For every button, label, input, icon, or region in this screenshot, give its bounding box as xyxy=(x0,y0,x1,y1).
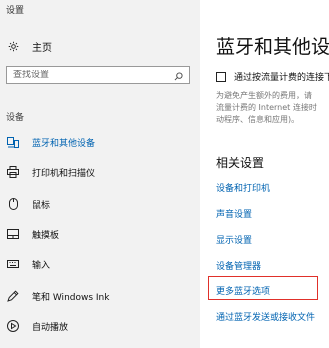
metered-download-option[interactable]: 通过按流量计费的连接下载 xyxy=(216,70,329,83)
mouse-icon xyxy=(6,197,20,211)
sidebar-item-mouse[interactable]: 鼠标 xyxy=(6,196,50,212)
main-content: 蓝牙和其他设备 通过按流量计费的连接下载 为避免产生额外的费用，请 流量计费的 … xyxy=(200,0,329,348)
home-label: 主页 xyxy=(32,42,52,54)
sidebar-item-label: 打印机和扫描仪 xyxy=(32,168,96,179)
sidebar-item-label: 自动播放 xyxy=(32,322,69,333)
sidebar-item-label: 笔和 Windows Ink xyxy=(32,292,110,303)
settings-window: 设置 主页 设备 xyxy=(0,0,329,348)
touchpad-icon xyxy=(6,227,20,241)
sidebar-item-input[interactable]: 输入 xyxy=(6,256,50,272)
search-input[interactable] xyxy=(13,70,174,80)
home-nav-item[interactable]: 主页 xyxy=(6,38,52,54)
sidebar-item-label: 输入 xyxy=(32,260,51,271)
link-bluetooth-file-transfer[interactable]: 通过蓝牙发送或接收文件 xyxy=(216,310,315,323)
bluetooth-devices-icon xyxy=(6,135,20,149)
metered-checkbox[interactable] xyxy=(216,71,226,82)
link-more-bluetooth-options[interactable]: 更多蓝牙选项 xyxy=(216,284,270,297)
sidebar-item-printers[interactable]: 打印机和扫描仪 xyxy=(6,164,95,180)
link-sound-settings[interactable]: 声音设置 xyxy=(216,207,252,220)
sidebar-item-touchpad[interactable]: 触摸板 xyxy=(6,226,59,242)
pen-icon xyxy=(6,289,20,303)
search-icon[interactable] xyxy=(174,66,183,85)
section-label-devices: 设备 xyxy=(6,113,25,123)
related-settings-title: 相关设置 xyxy=(216,156,265,170)
printer-icon xyxy=(6,165,20,179)
description-line: 流量计费的 Internet 连接时 xyxy=(216,103,317,112)
page-title: 蓝牙和其他设备 xyxy=(216,36,329,58)
sidebar-item-pen[interactable]: 笔和 Windows Ink xyxy=(6,288,109,304)
autoplay-icon xyxy=(6,319,20,333)
sidebar-item-label: 鼠标 xyxy=(32,200,51,211)
metered-description: 为避免产生额外的费用，请 流量计费的 Internet 连接时 动程序、信息和应… xyxy=(216,90,329,126)
sidebar: 设置 主页 设备 xyxy=(0,0,200,348)
link-display-settings[interactable]: 显示设置 xyxy=(216,233,252,246)
sidebar-item-label: 触摸板 xyxy=(32,230,60,241)
app-title: 设置 xyxy=(6,6,25,16)
description-line: 为避免产生额外的费用，请 xyxy=(216,91,312,100)
search-box[interactable] xyxy=(6,66,190,84)
description-line: 动程序、信息和应用)。 xyxy=(216,115,300,124)
metered-checkbox-label: 通过按流量计费的连接下载 xyxy=(234,73,329,83)
gear-icon xyxy=(6,39,20,53)
link-device-manager[interactable]: 设备管理器 xyxy=(216,259,261,272)
keyboard-icon xyxy=(6,257,20,271)
sidebar-item-autoplay[interactable]: 自动播放 xyxy=(6,318,68,334)
link-devices-and-printers[interactable]: 设备和打印机 xyxy=(216,181,270,194)
sidebar-item-bluetooth[interactable]: 蓝牙和其他设备 xyxy=(6,134,95,150)
sidebar-item-label: 蓝牙和其他设备 xyxy=(32,138,96,149)
